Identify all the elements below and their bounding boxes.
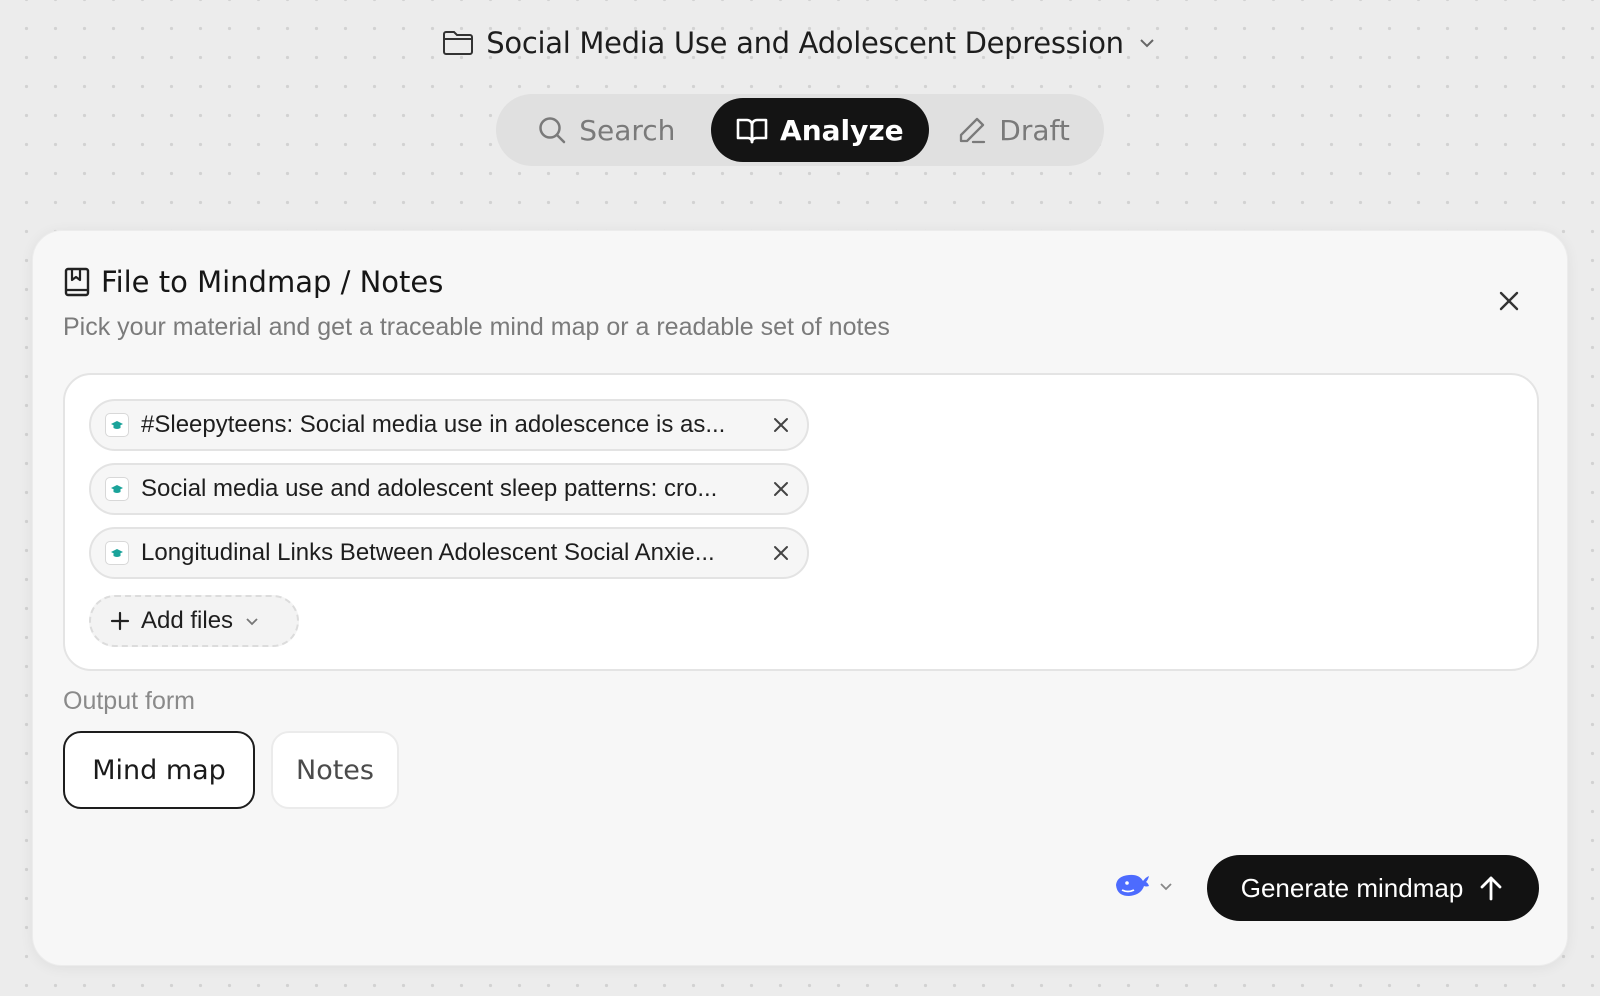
generate-mindmap-label: Generate mindmap: [1240, 872, 1464, 903]
file-chip: Longitudinal Links Between Adolescent So…: [89, 527, 809, 579]
tab-search-label: Search: [579, 113, 676, 147]
tab-draft-label: Draft: [999, 113, 1070, 147]
output-option-mind-map[interactable]: Mind map: [63, 731, 255, 809]
pencil-icon: [957, 115, 987, 145]
file-chip: Social media use and adolescent sleep pa…: [89, 463, 809, 515]
file-chip-label: Longitudinal Links Between Adolescent So…: [141, 539, 715, 566]
generate-mindmap-button[interactable]: Generate mindmap: [1207, 855, 1539, 921]
tab-analyze-label: Analyze: [780, 113, 904, 147]
project-title: Social Media Use and Adolescent Depressi…: [486, 26, 1124, 60]
file-chip-label: #Sleepyteens: Social media use in adoles…: [141, 411, 726, 438]
close-icon: [1491, 283, 1527, 319]
file-chip: #Sleepyteens: Social media use in adoles…: [89, 399, 809, 451]
panel-title-row: File to Mindmap / Notes: [63, 265, 443, 299]
tab-analyze[interactable]: Analyze: [710, 98, 930, 162]
add-files-label: Add files: [141, 607, 234, 634]
remove-file-icon[interactable]: [769, 413, 793, 437]
chevron-down-icon[interactable]: [1136, 32, 1158, 54]
chevron-down-icon: [1157, 877, 1175, 895]
file-chip-label: Social media use and adolescent sleep pa…: [141, 475, 718, 502]
scholar-cap-icon: [105, 477, 129, 501]
output-option-notes[interactable]: Notes: [271, 731, 399, 809]
add-files-button[interactable]: Add files: [89, 595, 299, 647]
scholar-cap-icon: [105, 413, 129, 437]
chevron-down-icon: [243, 612, 261, 630]
tab-search[interactable]: Search: [502, 98, 711, 162]
remove-file-icon[interactable]: [769, 477, 793, 501]
scholar-cap-icon: [105, 541, 129, 565]
output-form-label: Output form: [63, 687, 195, 715]
bookmark-book-icon: [63, 266, 91, 298]
search-icon: [537, 115, 567, 145]
file-to-mindmap-panel: File to Mindmap / Notes Pick your materi…: [32, 230, 1568, 966]
close-button[interactable]: [1491, 283, 1527, 319]
arrow-up-icon: [1477, 874, 1505, 902]
panel-subtitle: Pick your material and get a traceable m…: [63, 313, 890, 341]
plus-icon: [109, 610, 131, 632]
remove-file-icon[interactable]: [769, 541, 793, 565]
selected-files-box: #Sleepyteens: Social media use in adoles…: [63, 373, 1539, 671]
project-header[interactable]: Social Media Use and Adolescent Depressi…: [0, 26, 1600, 60]
book-open-icon: [736, 116, 768, 144]
model-picker[interactable]: [1113, 871, 1175, 901]
whale-icon: [1113, 871, 1151, 901]
folder-icon: [442, 29, 474, 57]
mode-switch: Search Analyze Draft: [496, 94, 1104, 166]
panel-title: File to Mindmap / Notes: [101, 265, 444, 299]
tab-draft[interactable]: Draft: [929, 98, 1098, 162]
